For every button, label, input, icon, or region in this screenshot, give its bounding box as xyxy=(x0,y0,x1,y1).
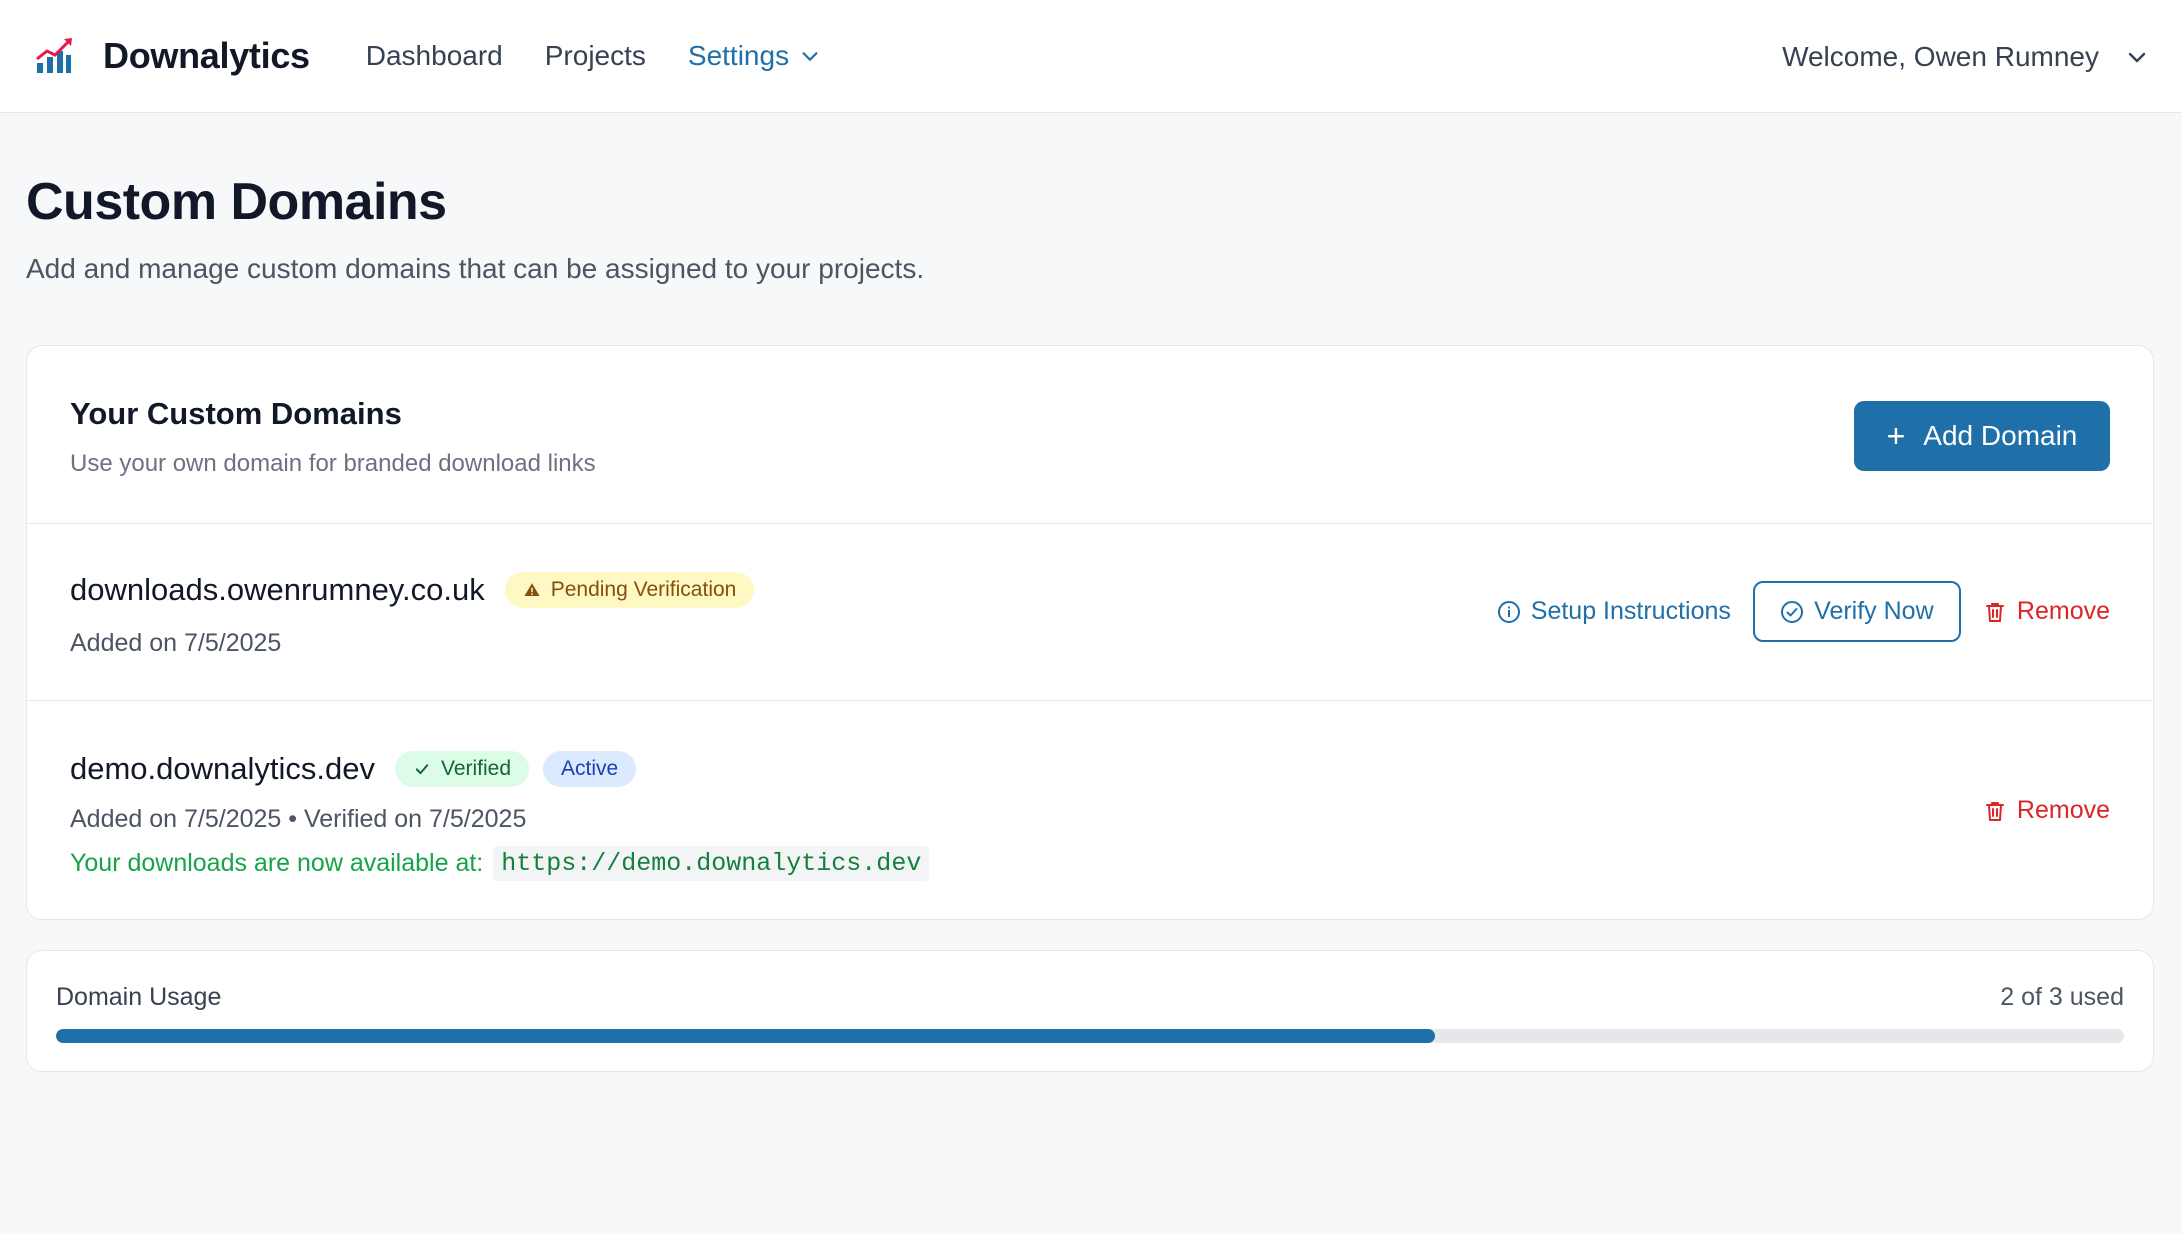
brand-name: Downalytics xyxy=(103,35,310,76)
nav-projects[interactable]: Projects xyxy=(545,40,646,72)
active-badge: Active xyxy=(543,751,637,787)
domain-header: downloads.owenrumney.co.uk Pending Verif… xyxy=(70,572,755,608)
status-badge-pending: Pending Verification xyxy=(504,572,755,608)
usage-label: Domain Usage xyxy=(56,983,222,1011)
usage-progress-bar xyxy=(56,1029,2124,1043)
availability-text: Your downloads are now available at: xyxy=(70,849,484,877)
info-icon xyxy=(1497,600,1520,623)
page-subtitle: Add and manage custom domains that can b… xyxy=(26,253,925,284)
verify-now-button[interactable]: Verify Now xyxy=(1752,581,1961,642)
status-badge-label: Verified xyxy=(441,757,512,780)
usage-progress-fill xyxy=(56,1029,1435,1043)
page-title: Custom Domains xyxy=(26,173,447,231)
domain-row: demo.downalytics.dev Verified Active Add… xyxy=(27,701,2153,921)
trash-icon xyxy=(1985,801,2004,821)
usage-count: 2 of 3 used xyxy=(2000,983,2124,1011)
domain-name: demo.downalytics.dev xyxy=(70,751,375,786)
chevron-down-icon xyxy=(2128,52,2146,62)
add-domain-label: Add Domain xyxy=(1923,420,2078,451)
domain-actions: Remove xyxy=(1983,796,2110,825)
main-nav: Dashboard Projects Settings xyxy=(366,40,821,72)
status-badge-verified: Verified xyxy=(395,751,530,787)
domain-name: downloads.owenrumney.co.uk xyxy=(70,572,485,607)
domain-meta: Added on 7/5/2025 xyxy=(70,629,282,657)
nav-dashboard[interactable]: Dashboard xyxy=(366,40,503,72)
check-icon xyxy=(415,764,429,775)
domain-actions: Setup Instructions Verify Now Remove xyxy=(1497,581,2110,642)
card-header: Your Custom Domains Use your own domain … xyxy=(27,346,2153,524)
trash-icon xyxy=(1985,602,2004,622)
chart-logo-icon xyxy=(36,38,72,73)
status-badge-label: Pending Verification xyxy=(550,578,737,601)
setup-instructions-button[interactable]: Setup Instructions xyxy=(1497,597,1731,626)
domain-url: https://demo.downalytics.dev xyxy=(493,846,930,881)
remove-label: Remove xyxy=(2016,597,2110,625)
chevron-down-icon xyxy=(802,52,818,61)
domain-meta: Added on 7/5/2025 • Verified on 7/5/2025 xyxy=(70,805,527,833)
availability-note: Your downloads are now available at: htt… xyxy=(70,846,930,881)
user-welcome: Welcome, Owen Rumney xyxy=(1782,40,2099,72)
user-menu[interactable]: Welcome, Owen Rumney xyxy=(1782,0,2149,113)
card-title: Your Custom Domains xyxy=(70,396,402,431)
verify-now-label: Verify Now xyxy=(1814,597,1934,625)
remove-domain-button[interactable]: Remove xyxy=(1983,796,2110,825)
domain-usage-card: Domain Usage 2 of 3 used xyxy=(26,950,2154,1072)
top-navbar: Downalytics Dashboard Projects Settings … xyxy=(0,0,2182,113)
check-circle-icon xyxy=(1781,600,1804,623)
brand[interactable]: Downalytics xyxy=(33,35,310,77)
plus-icon: + xyxy=(1886,418,1906,454)
setup-instructions-label: Setup Instructions xyxy=(1530,597,1731,625)
nav-settings-label: Settings xyxy=(687,40,790,71)
custom-domains-card: Your Custom Domains Use your own domain … xyxy=(26,345,2154,920)
add-domain-button[interactable]: + Add Domain xyxy=(1854,401,2110,471)
warning-icon xyxy=(524,583,540,596)
remove-domain-button[interactable]: Remove xyxy=(1983,597,2110,626)
domain-header: demo.downalytics.dev Verified Active xyxy=(70,751,637,787)
domain-row: downloads.owenrumney.co.uk Pending Verif… xyxy=(27,524,2153,701)
nav-settings[interactable]: Settings xyxy=(688,40,821,72)
remove-label: Remove xyxy=(2016,796,2110,824)
card-subtitle: Use your own domain for branded download… xyxy=(70,450,596,477)
